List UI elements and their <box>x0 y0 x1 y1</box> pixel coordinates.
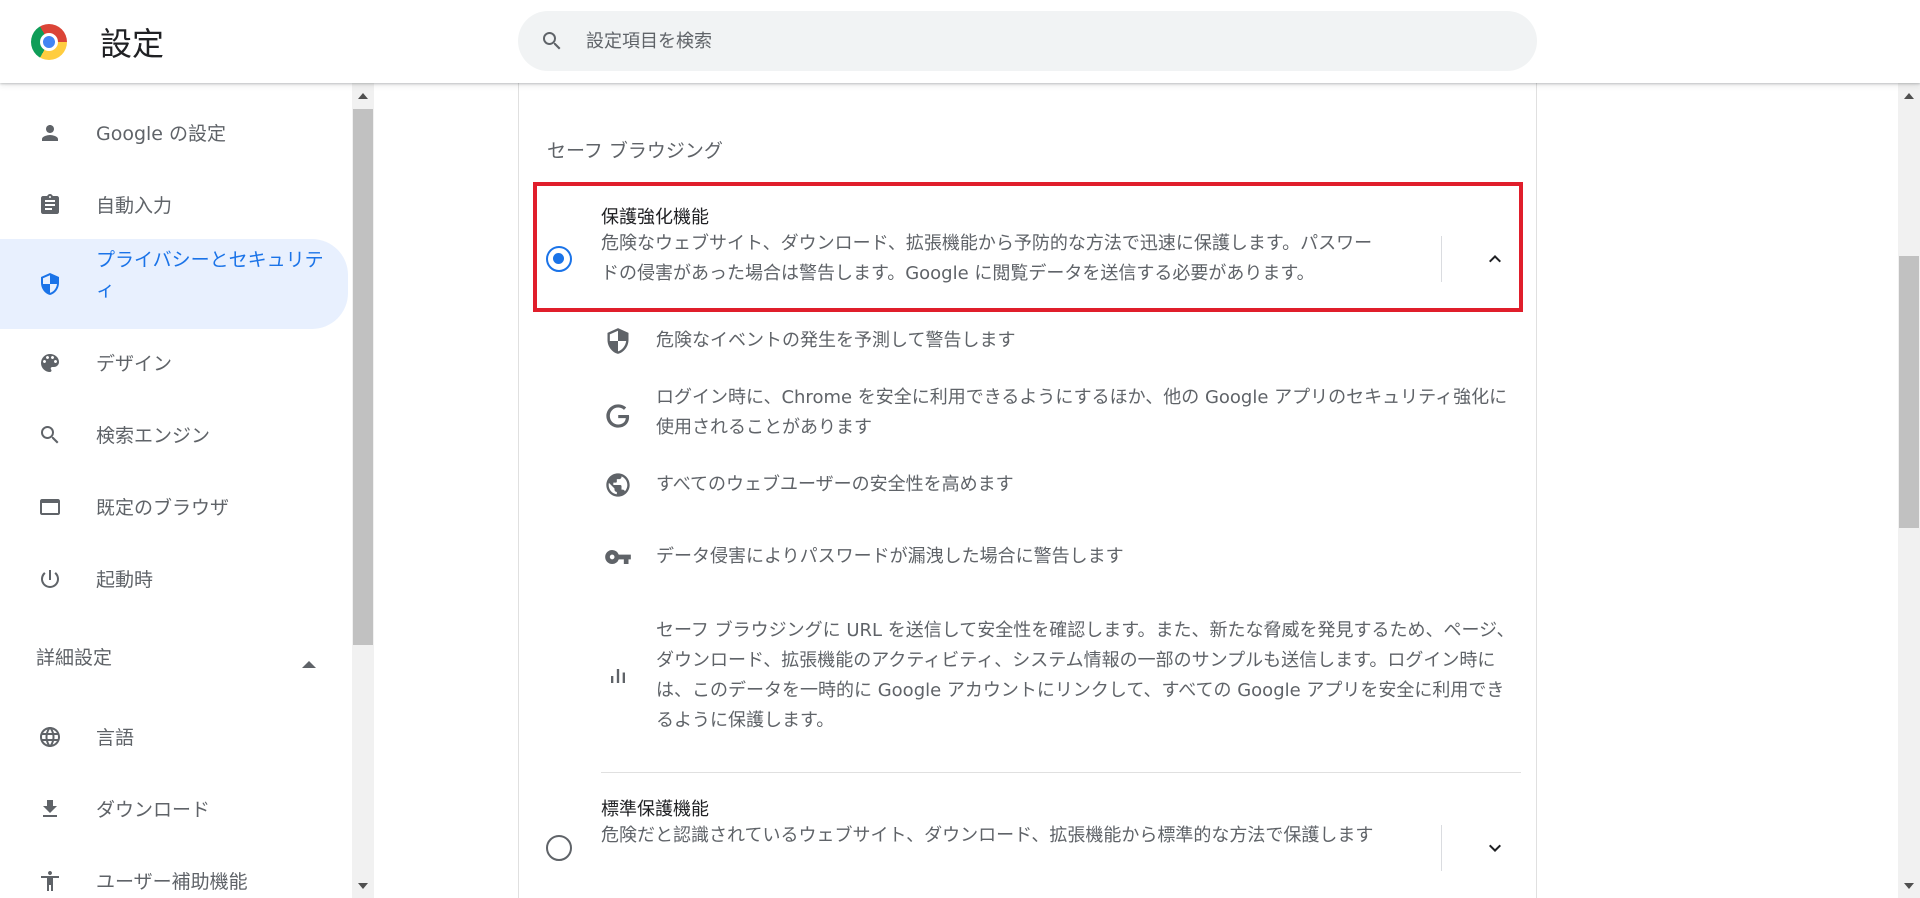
scroll-up-arrow-icon[interactable] <box>1904 93 1914 99</box>
google-g-icon <box>606 404 630 428</box>
standard-protection-title: 標準保護機能 <box>601 799 709 820</box>
sidebar-item-label: 検索エンジン <box>96 425 211 447</box>
feature-text: すべてのウェブユーザーの安全性を高めます <box>656 474 1014 495</box>
sidebar: Google の設定 自動入力 プライバシーとセキュリティ デザイン 検索エンジ… <box>0 83 350 898</box>
globe-filled-icon <box>606 473 630 497</box>
sidebar-item-downloads[interactable]: ダウンロード <box>0 773 348 845</box>
search-icon <box>41 426 59 444</box>
sidebar-item-label: デザイン <box>96 353 173 375</box>
advanced-section-header[interactable]: 詳細設定 <box>36 643 112 670</box>
sidebar-item-languages[interactable]: 言語 <box>0 701 348 773</box>
search-box[interactable] <box>518 11 1537 71</box>
feature-item: すべてのウェブユーザーの安全性を高めます <box>519 470 1536 510</box>
standard-protection-option[interactable]: 標準保護機能 危険だと認識されているウェブサイト、ダウンロード、拡張機能から標準… <box>519 793 1536 893</box>
sidebar-item-label: 既定のブラウザ <box>96 497 230 519</box>
enhanced-protection-radio[interactable] <box>546 246 572 272</box>
sidebar-item-privacy-security[interactable]: プライバシーとセキュリティ <box>0 239 348 329</box>
enhanced-protection-title: 保護強化機能 <box>601 207 709 228</box>
scroll-down-arrow-icon[interactable] <box>358 883 368 889</box>
sidebar-item-accessibility[interactable]: ユーザー補助機能 <box>0 845 348 898</box>
download-icon <box>43 800 57 817</box>
sidebar-item-label: 自動入力 <box>96 195 173 217</box>
sidebar-item-label: 言語 <box>96 727 135 749</box>
chevron-down-icon[interactable] <box>1483 836 1507 860</box>
browser-window-icon <box>40 499 60 515</box>
sidebar-item-search-engine[interactable]: 検索エンジン <box>0 399 348 471</box>
search-input[interactable] <box>586 11 1486 71</box>
enhanced-protection-option[interactable]: 保護強化機能 危険なウェブサイト、ダウンロード、拡張機能から予防的な方法で迅速に… <box>519 201 1536 301</box>
power-icon <box>41 570 59 588</box>
sidebar-item-label: ダウンロード <box>96 799 211 821</box>
sidebar-item-label: ユーザー補助機能 <box>96 871 248 893</box>
section-title: セーフ ブラウジング <box>547 140 723 162</box>
feature-item: データ侵害によりパスワードが漏洩した場合に警告します <box>519 542 1536 582</box>
feature-text: セーフ ブラウジングに URL を送信して安全性を確認します。また、新たな脅威を… <box>656 620 1515 731</box>
sidebar-item-autofill[interactable]: 自動入力 <box>0 169 348 241</box>
clipboard-icon <box>41 194 59 214</box>
scroll-down-arrow-icon[interactable] <box>1904 883 1914 889</box>
feature-item: ログイン時に、Chrome を安全に利用できるようにするほか、他の Google… <box>519 383 1536 447</box>
bar-chart-icon <box>611 669 625 683</box>
sidebar-item-appearance[interactable]: デザイン <box>0 327 348 399</box>
top-bar: 設定 <box>0 0 1920 83</box>
sidebar-item-on-startup[interactable]: 起動時 <box>0 543 348 615</box>
accessibility-icon <box>41 871 59 891</box>
main-scroll-thumb[interactable] <box>1899 256 1919 528</box>
scroll-up-arrow-icon[interactable] <box>358 93 368 99</box>
option-separator <box>601 772 1521 773</box>
safe-browsing-card: セーフ ブラウジング 保護強化機能 危険なウェブサイト、ダウンロード、拡張機能か… <box>518 83 1537 898</box>
search-icon <box>543 32 561 50</box>
sidebar-scrollbar[interactable] <box>352 83 374 898</box>
feature-text: データ侵害によりパスワードが漏洩した場合に警告します <box>656 546 1124 567</box>
sidebar-item-label: 起動時 <box>96 569 154 591</box>
enhanced-protection-description: 危険なウェブサイト、ダウンロード、拡張機能から予防的な方法で迅速に保護します。パ… <box>601 233 1373 284</box>
main-scrollbar[interactable] <box>1898 83 1920 898</box>
option-divider <box>1441 236 1442 282</box>
palette-icon <box>41 354 59 372</box>
shield-half-icon <box>607 328 629 354</box>
globe-icon <box>40 727 60 747</box>
advanced-label: 詳細設定 <box>36 647 113 669</box>
feature-item: 危険なイベントの発生を予測して警告します <box>519 326 1536 366</box>
standard-protection-description: 危険だと認識されているウェブサイト、ダウンロード、拡張機能から標準的な方法で保護… <box>601 825 1374 846</box>
sidebar-item-label: プライバシーとセキュリティ <box>96 249 324 301</box>
feature-item: セーフ ブラウジングに URL を送信して安全性を確認します。また、新たな脅威を… <box>519 616 1536 740</box>
option-divider <box>1441 825 1442 871</box>
sidebar-item-google-settings[interactable]: Google の設定 <box>0 97 348 169</box>
sidebar-item-label: Google の設定 <box>96 123 227 145</box>
sidebar-item-default-browser[interactable]: 既定のブラウザ <box>0 471 348 543</box>
feature-text: ログイン時に、Chrome を安全に利用できるようにするほか、他の Google… <box>656 387 1508 438</box>
page-title: 設定 <box>100 25 165 63</box>
standard-protection-radio[interactable] <box>546 835 572 861</box>
chrome-logo-icon <box>31 24 67 60</box>
caret-up-icon[interactable] <box>302 661 316 668</box>
feature-text: 危険なイベントの発生を予測して警告します <box>656 330 1016 351</box>
chevron-up-icon[interactable] <box>1483 247 1507 271</box>
sidebar-scroll-thumb[interactable] <box>353 109 373 645</box>
person-icon <box>42 125 58 141</box>
shield-icon <box>41 273 59 295</box>
key-icon <box>605 550 631 564</box>
